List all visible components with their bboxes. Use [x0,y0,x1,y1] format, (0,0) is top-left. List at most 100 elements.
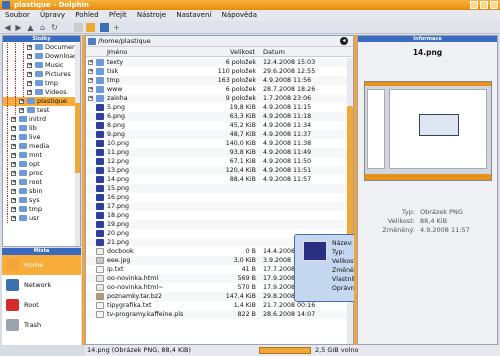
file-row[interactable]: + tisk 110 položek 29.6.2008 12:55 [86,67,347,76]
expand-icon[interactable]: + [11,144,16,149]
expand-icon[interactable]: + [11,189,16,194]
clear-location-icon[interactable]: ◂ [340,37,348,45]
home-icon[interactable]: ⌂ [38,23,47,32]
file-row[interactable]: 5.png 19,8 KiB 4.9.2008 11:15 [86,103,347,112]
menu-file[interactable]: Soubor [5,10,30,21]
reload-icon[interactable]: ↻ [50,23,59,32]
tree-item[interactable]: + Videos [3,88,76,97]
file-row[interactable]: 11.png 93,8 KiB 4.9.2008 11:49 [86,148,347,157]
expand-icon[interactable]: + [88,96,93,101]
up-icon[interactable]: ▲ [26,23,35,32]
file-row[interactable]: 8.png 45,2 KiB 4.9.2008 11:34 [86,121,347,130]
expand-icon[interactable]: + [19,99,24,104]
folders-scroll-thumb[interactable] [75,103,80,173]
tree-item[interactable]: + media [3,142,76,151]
file-row[interactable]: 10.png 140,0 KiB 4.9.2008 11:38 [86,139,347,148]
column-name[interactable]: Jméno [107,47,127,57]
maximize-button[interactable] [480,1,488,9]
menu-tools[interactable]: Nástroje [137,10,166,21]
tree-item[interactable]: + test [3,106,76,115]
tree-item[interactable]: + live [3,133,76,142]
location-path[interactable]: /home/plastique [98,37,151,45]
expand-icon[interactable]: + [88,87,93,92]
file-row[interactable]: + www 6 položek 28.7.2008 18:26 [86,85,347,94]
expand-icon[interactable]: + [11,135,16,140]
expand-icon[interactable]: + [27,90,32,95]
file-row[interactable]: 19.png [86,220,347,229]
file-size: 19,8 KiB [229,104,256,111]
folders-scrollbar[interactable] [75,43,80,246]
expand-icon[interactable]: + [88,69,93,74]
tree-item[interactable]: + opt [3,160,76,169]
tree-item[interactable]: + sbin [3,187,76,196]
back-icon[interactable]: ◀ [3,23,12,32]
expand-icon[interactable]: + [27,81,32,86]
tree-item[interactable]: + Pictures [3,70,76,79]
file-row[interactable]: 17.png [86,202,347,211]
file-row[interactable]: + texty 6 položek 12.4.2008 15:03 [86,58,347,67]
expand-icon[interactable]: + [11,198,16,203]
tree-item[interactable]: + initrd [3,115,76,124]
column-size[interactable]: Velikost [230,47,255,57]
tree-item[interactable]: + sys [3,196,76,205]
file-row[interactable]: tv-programy.kaffeine.pls 822 B 28.6.2008 1… [86,310,347,319]
file-row[interactable]: 9.png 48,7 KiB 4.9.2008 11:37 [86,130,347,139]
tree-item[interactable]: + root [3,178,76,187]
expand-icon[interactable]: + [27,63,32,68]
tree-item[interactable]: + Download [3,52,76,61]
place-home[interactable]: Home [2,255,81,275]
menu-settings[interactable]: Nastavení [176,10,211,21]
file-row[interactable]: tipygrafika.txt 1,4 KiB 21.7.2008 00:16 [86,301,347,310]
tree-item[interactable]: + tmp [3,205,76,214]
menu-go[interactable]: Přejít [109,10,127,21]
tree-item[interactable]: + lib [3,124,76,133]
file-row[interactable]: 15.png [86,184,347,193]
expand-icon[interactable]: + [11,207,16,212]
expand-icon[interactable]: + [11,153,16,158]
expand-icon[interactable]: + [27,45,32,50]
tree-item[interactable]: + plastique [3,97,76,106]
expand-icon[interactable]: + [11,216,16,221]
expand-icon[interactable]: + [11,171,16,176]
expand-icon[interactable]: + [27,72,32,77]
file-row[interactable]: 13.png 120,4 KiB 4.9.2008 11:51 [86,166,347,175]
column-date[interactable]: Datum [263,47,285,57]
expand-icon[interactable]: + [11,162,16,167]
place-trash[interactable]: Trash [2,315,81,335]
expand-icon[interactable]: + [11,126,16,131]
forward-icon[interactable]: ▶ [14,23,23,32]
minimize-button[interactable] [470,1,478,9]
place-root[interactable]: Root [2,295,81,315]
file-row[interactable]: 16.png [86,193,347,202]
expand-icon[interactable]: + [19,108,24,113]
file-row[interactable]: 12.png 67,1 KiB 4.9.2008 11:50 [86,157,347,166]
file-size: 0 B [245,248,256,255]
file-row[interactable]: 6.png 63,3 KiB 4.9.2008 11:18 [86,112,347,121]
close-button[interactable] [490,1,498,9]
tree-item[interactable]: + tmp [3,79,76,88]
expand-icon[interactable]: + [27,54,32,59]
menu-edit[interactable]: Úpravy [40,10,65,21]
new-tab-icon[interactable]: + [112,23,121,32]
expand-icon[interactable]: + [88,60,93,65]
expand-icon[interactable]: + [88,78,93,83]
split-view-icon[interactable] [100,23,109,32]
expand-icon[interactable]: + [11,117,16,122]
file-row[interactable]: + tmp 163 položek 4.9.2008 11:56 [86,76,347,85]
file-row[interactable]: 14.png 88,4 KiB 4.9.2008 11:57 [86,175,347,184]
details-view-icon[interactable] [86,23,95,32]
tree-item[interactable]: + Documents [3,43,76,52]
location-bar[interactable]: /home/plastique ◂ [86,36,353,47]
menu-view[interactable]: Pohled [75,10,98,21]
file-row[interactable]: 18.png [86,211,347,220]
folder-file-icon [96,68,104,75]
icons-view-icon[interactable] [74,23,83,32]
place-network[interactable]: Network [2,275,81,295]
tree-item[interactable]: + Music [3,61,76,70]
tree-item[interactable]: + proc [3,169,76,178]
menu-help[interactable]: Nápověda [222,10,257,21]
tree-item[interactable]: + usr [3,214,76,223]
expand-icon[interactable]: + [11,180,16,185]
file-row[interactable]: + zaloha 9 položek 1.7.2008 23:06 [86,94,347,103]
tree-item[interactable]: + mnt [3,151,76,160]
